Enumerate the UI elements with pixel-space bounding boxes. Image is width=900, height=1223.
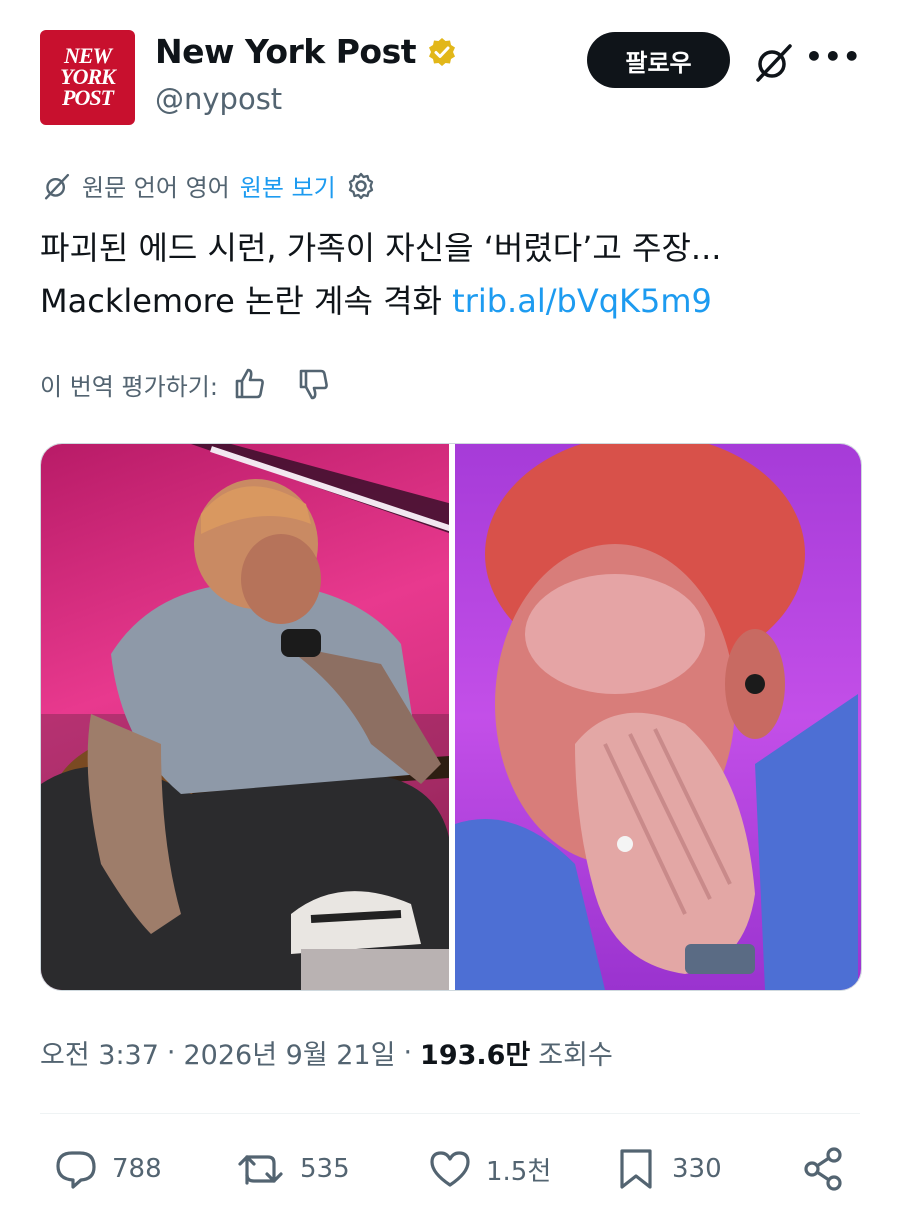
account-handle[interactable]: @nypost <box>155 82 282 116</box>
account-name-row[interactable]: New York Post <box>155 32 458 71</box>
thumbs-down-icon[interactable] <box>296 366 332 402</box>
tweet-date[interactable]: 2026년 9월 21일 <box>184 1033 396 1072</box>
follow-button[interactable]: 팔로우 <box>587 32 730 88</box>
bookmark-icon <box>620 1149 652 1189</box>
account-name[interactable]: New York Post <box>155 32 417 71</box>
photo-right-illustration <box>455 444 858 990</box>
more-options-icon[interactable]: ••• <box>805 40 862 73</box>
separator-dot: · <box>403 1037 413 1068</box>
reply-button[interactable]: 788 <box>52 1145 162 1193</box>
bookmark-count: 330 <box>672 1154 722 1184</box>
repost-button[interactable]: 535 <box>236 1145 350 1193</box>
reply-count: 788 <box>112 1154 162 1184</box>
rate-translation: 이 번역 평가하기: <box>40 366 332 402</box>
grok-icon <box>44 173 70 199</box>
verified-badge-icon <box>429 37 455 66</box>
photo-left-illustration <box>41 444 449 990</box>
action-bar: 788 535 1.5천 330 <box>40 1145 860 1201</box>
tweet-link[interactable]: trib.al/bVqK5m9 <box>452 282 712 320</box>
thumbs-up-icon[interactable] <box>232 366 268 402</box>
view-count: 193.6만 <box>420 1040 531 1071</box>
heart-icon <box>430 1151 470 1187</box>
share-icon <box>804 1147 842 1191</box>
logo-text-line: POST <box>62 84 114 110</box>
gear-icon[interactable] <box>346 171 376 201</box>
tweet-metadata: 오전 3:37 · 2026년 9월 21일 · 193.6만 조회수 <box>40 1033 613 1072</box>
photo-left-performer-on-stage[interactable] <box>41 444 449 990</box>
reply-icon <box>56 1151 96 1189</box>
separator-dot: · <box>166 1037 176 1068</box>
repost-count: 535 <box>300 1154 350 1184</box>
tweet-time[interactable]: 오전 3:37 <box>40 1033 159 1072</box>
tweet-media[interactable] <box>40 443 862 991</box>
tweet-text: 파괴된 에드 시런, 가족이 자신을 ‘버렸다’고 주장... Macklemo… <box>40 222 860 328</box>
avatar[interactable]: NEW YORK POST <box>40 30 135 125</box>
view-count-label: 조회수 <box>538 1040 613 1071</box>
share-button[interactable] <box>800 1145 848 1193</box>
like-button[interactable]: 1.5천 <box>426 1145 551 1193</box>
show-original-link[interactable]: 원본 보기 <box>240 168 336 203</box>
rate-translation-label: 이 번역 평가하기: <box>40 372 218 401</box>
repost-icon <box>238 1155 283 1185</box>
translation-info: 원문 언어 영어 원본 보기 <box>42 168 376 203</box>
source-language-text: 원문 언어 영어 <box>82 174 230 202</box>
divider <box>40 1113 860 1114</box>
grok-icon[interactable] <box>752 40 796 84</box>
like-count: 1.5천 <box>486 1156 552 1187</box>
bookmark-button[interactable]: 330 <box>612 1145 722 1193</box>
photo-right-performer-closeup[interactable] <box>449 444 861 990</box>
